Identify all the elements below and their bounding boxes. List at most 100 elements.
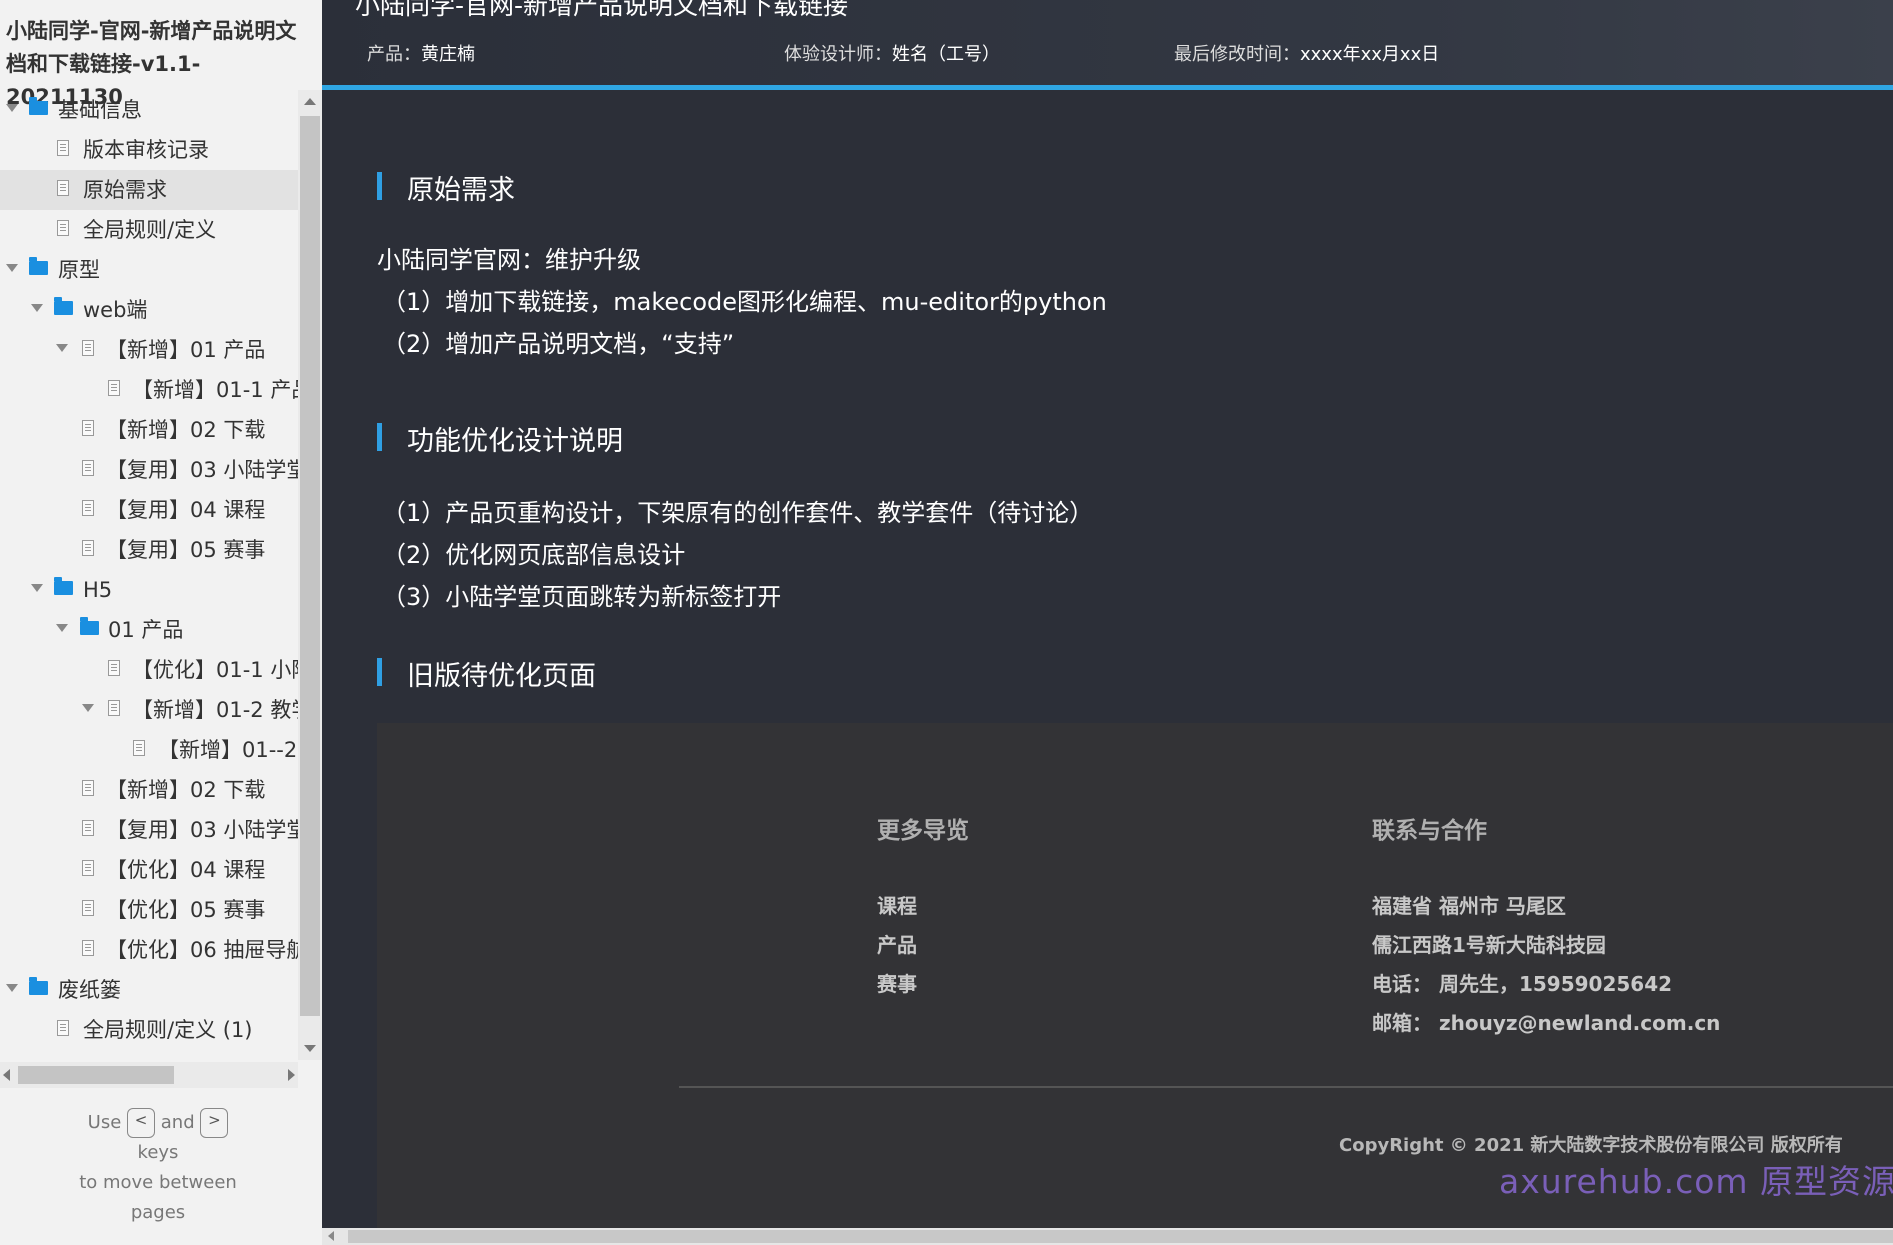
tree-page-original-requirements[interactable]: 原始需求: [0, 170, 298, 210]
tree-page-web-download[interactable]: 【新增】02 下载: [0, 410, 298, 450]
sitemap-horizontal-scrollbar[interactable]: [0, 1062, 298, 1088]
tree-folder-trash[interactable]: 废纸篓: [0, 970, 298, 1010]
watermark-text: axurehub.com 原型资源站: [1499, 1162, 1893, 1201]
tree-page-web-school[interactable]: 【复用】03 小陆学堂: [0, 450, 298, 490]
ux-designer: 体验设计师：姓名（工号）: [784, 40, 1000, 66]
tree-label: 原始需求: [83, 178, 167, 202]
tree-label: 【优化】06 抽屉导航: [106, 938, 298, 962]
requirement-line: 小陆同学官网：维护升级: [377, 246, 641, 274]
page-icon: [108, 700, 120, 716]
section-title-original-requirements: 原始需求: [407, 175, 515, 206]
chevron-down-icon[interactable]: [6, 104, 18, 112]
modified-value: xxxx年xx月xx日: [1300, 44, 1440, 65]
tree-page-h5-download[interactable]: 【新增】02 下载: [0, 770, 298, 810]
tree-label: 01 产品: [108, 618, 184, 642]
folder-icon: [29, 97, 48, 115]
tree-folder-basic-info[interactable]: 基础信息: [0, 90, 298, 130]
tree-label: 废纸篓: [58, 978, 121, 1002]
chevron-down-icon[interactable]: [6, 984, 18, 992]
page-icon: [57, 180, 69, 196]
page-icon: [108, 660, 120, 676]
section-title-old-pages: 旧版待优化页面: [407, 661, 596, 692]
page-icon: [133, 740, 145, 756]
tree-folder-h5[interactable]: H5: [0, 570, 298, 610]
next-key-icon: >: [200, 1108, 229, 1138]
design-note-line: （1）产品页重构设计，下架原有的创作套件、教学套件（待讨论）: [382, 499, 1094, 527]
tree-page-h5-product-2-sub[interactable]: 【新增】01--2: [0, 730, 298, 770]
hint-use-text: Use: [87, 1112, 122, 1133]
contact-phone: 电话： 周先生，15959025642: [1372, 972, 1673, 996]
tree-page-h5-drawer-nav[interactable]: 【优化】06 抽屉导航: [0, 930, 298, 970]
tree-page-global-rules[interactable]: 全局规则/定义: [0, 210, 298, 250]
contact-email: 邮箱： zhouyz@newland.com.cn: [1372, 1011, 1721, 1035]
page-icon: [57, 1020, 69, 1036]
footer-link-products[interactable]: 产品: [877, 929, 917, 958]
tree-page-global-rules-copy[interactable]: 全局规则/定义 (1): [0, 1010, 298, 1045]
more-nav-title: 更多导览: [877, 818, 969, 844]
canvas-horizontal-scrollbar[interactable]: [322, 1228, 1893, 1245]
tree-label: 【新增】02 下载: [106, 418, 266, 442]
sitemap-vertical-scrollbar[interactable]: [298, 90, 322, 1060]
tree-folder-web[interactable]: web端: [0, 290, 298, 330]
keyboard-navigation-hint: Use < and > keys to move between pages: [58, 1108, 258, 1228]
section-marker: [377, 658, 382, 686]
scrollbar-thumb[interactable]: [18, 1066, 174, 1084]
chevron-down-icon[interactable]: [31, 304, 43, 312]
scroll-down-icon[interactable]: [304, 1045, 316, 1052]
page-icon: [82, 540, 94, 556]
tree-label: 基础信息: [58, 98, 142, 122]
designer-value: 姓名（工号）: [892, 44, 1000, 65]
tree-page-h5-course[interactable]: 【优化】04 课程: [0, 850, 298, 890]
requirement-line: （1）增加下载链接，makecode图形化编程、mu-editor的python: [382, 288, 1107, 316]
chevron-down-icon[interactable]: [6, 264, 18, 272]
requirement-line: （2）增加产品说明文档，“支持”: [382, 330, 735, 358]
tree-page-web-course[interactable]: 【复用】04 课程: [0, 490, 298, 530]
tree-label: 全局规则/定义: [83, 218, 217, 242]
last-modified: 最后修改时间：xxxx年xx月xx日: [1174, 40, 1439, 66]
chevron-down-icon[interactable]: [56, 344, 68, 352]
design-note-line: （3）小陆学堂页面跳转为新标签打开: [382, 583, 782, 611]
chevron-down-icon[interactable]: [31, 584, 43, 592]
page-icon: [108, 380, 120, 396]
tree-page-h5-product-2[interactable]: 【新增】01-2 教学: [0, 690, 298, 730]
scroll-up-icon[interactable]: [304, 98, 316, 105]
tree-label: 【复用】05 赛事: [106, 538, 266, 562]
hint-pages-text: pages: [130, 1202, 186, 1223]
tree-folder-prototype[interactable]: 原型: [0, 250, 298, 290]
tree-folder-h5-product[interactable]: 01 产品: [0, 610, 298, 650]
document-header: 小陆同学-官网-新增产品说明文档和下载链接 产品：黄庄楠 体验设计师：姓名（工号…: [322, 0, 1893, 85]
folder-icon: [54, 577, 73, 595]
tree-label: 【新增】02 下载: [106, 778, 266, 802]
header-divider: [322, 85, 1893, 90]
section-marker: [377, 172, 382, 200]
page-icon: [57, 140, 69, 156]
scroll-left-icon[interactable]: [3, 1069, 10, 1081]
tree-page-web-product-1[interactable]: 【新增】01-1 产品: [0, 370, 298, 410]
tree-label: H5: [83, 578, 113, 602]
footer-link-events[interactable]: 赛事: [877, 968, 917, 997]
sitemap-tree: 基础信息 版本审核记录 原始需求 全局规则/定义 原型 web端 【新增】01 …: [0, 90, 298, 1045]
chevron-down-icon[interactable]: [82, 704, 94, 712]
tree-page-web-events[interactable]: 【复用】05 赛事: [0, 530, 298, 570]
scroll-right-icon[interactable]: [288, 1069, 295, 1081]
chevron-down-icon[interactable]: [56, 624, 68, 632]
tree-page-version-review[interactable]: 版本审核记录: [0, 130, 298, 170]
tree-page-h5-events[interactable]: 【优化】05 赛事: [0, 890, 298, 930]
footer-link-courses[interactable]: 课程: [877, 890, 917, 919]
page-icon: [82, 940, 94, 956]
tree-page-h5-product-1[interactable]: 【优化】01-1 小陆: [0, 650, 298, 690]
tree-page-web-product[interactable]: 【新增】01 产品: [0, 330, 298, 370]
scrollbar-thumb[interactable]: [300, 116, 320, 1016]
product-owner: 产品：黄庄楠: [367, 40, 475, 66]
tree-page-h5-school[interactable]: 【复用】03 小陆学堂: [0, 810, 298, 850]
tree-label: 【新增】01--2: [158, 738, 298, 762]
modified-label: 最后修改时间：: [1174, 44, 1300, 65]
folder-icon: [80, 617, 99, 635]
page-icon: [82, 460, 94, 476]
tree-label: 【复用】03 小陆学堂: [106, 818, 298, 842]
contact-address: 儒江西路1号新大陆科技园: [1372, 933, 1606, 957]
scroll-left-icon[interactable]: [328, 1231, 334, 1241]
tree-label: 全局规则/定义 (1): [83, 1018, 253, 1042]
sitemap-sidebar: 小陆同学-官网-新增产品说明文 档和下载链接-v1.1-20211130 基础信…: [0, 0, 322, 1245]
scrollbar-thumb[interactable]: [348, 1230, 1893, 1243]
